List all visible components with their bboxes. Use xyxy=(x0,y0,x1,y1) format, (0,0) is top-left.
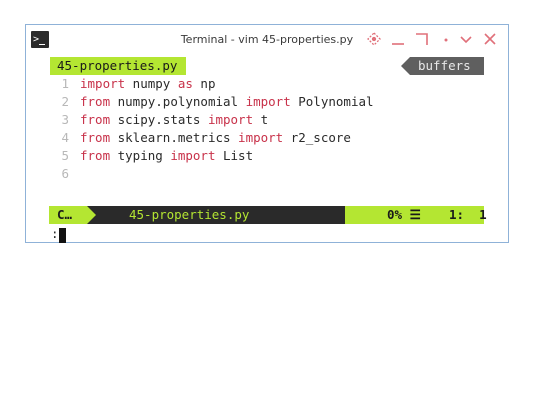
code-line[interactable]: 6 xyxy=(49,165,484,183)
code-token: typing xyxy=(110,148,171,163)
keyword-token: from xyxy=(80,130,111,145)
status-cursor-position: 1: 1 xyxy=(449,207,487,222)
keyword-token: from xyxy=(80,94,111,109)
code-token: Polynomial xyxy=(290,94,374,109)
line-number: 6 xyxy=(61,166,69,181)
status-right-arrow xyxy=(345,206,354,224)
code-token: np xyxy=(192,76,216,91)
text-cursor xyxy=(59,228,66,243)
buffers-separator xyxy=(401,57,410,75)
code-token: numpy xyxy=(125,76,178,91)
code-token: List xyxy=(215,148,254,163)
line-number: 2 xyxy=(61,94,69,109)
chevron-down-icon[interactable] xyxy=(458,31,474,47)
code-line[interactable]: 2 from numpy.polynomial import Polynomial xyxy=(49,93,484,111)
buffers-label: buffers xyxy=(410,57,484,75)
line-number: 1 xyxy=(61,76,69,91)
code-line[interactable]: 3 from scipy.stats import t xyxy=(49,111,484,129)
line-number: 3 xyxy=(61,112,69,127)
status-separator-arrow-2 xyxy=(96,206,105,224)
keyword-token: from xyxy=(80,112,111,127)
line-number: 4 xyxy=(61,130,69,145)
vim-editor[interactable]: 45-properties.py buffers 1 import numpy a… xyxy=(49,55,487,243)
status-mode: C… xyxy=(57,207,73,222)
cmdline-prompt: : xyxy=(51,226,59,241)
vim-tabline: 45-properties.py buffers xyxy=(49,57,484,75)
pin-icon[interactable] xyxy=(366,31,382,47)
keyword-token: import xyxy=(80,76,126,91)
code-line[interactable]: 1 import numpy as np xyxy=(49,75,484,93)
line-number: 5 xyxy=(61,148,69,163)
status-percent: 0% ☰ xyxy=(387,207,421,222)
minimize-icon[interactable] xyxy=(390,31,406,47)
status-separator-arrow xyxy=(87,206,96,224)
code-token: numpy.polynomial xyxy=(110,94,246,109)
window-title: Terminal - vim 45-properties.py xyxy=(180,33,354,46)
tabline-fill xyxy=(186,57,402,75)
keyword-token: from xyxy=(80,148,111,163)
status-filename: 45-properties.py xyxy=(129,207,250,222)
keyword-token: import xyxy=(245,94,291,109)
vim-statusline: C… 45-properties.py 0% ☰ 1: 1 xyxy=(49,206,487,224)
keyword-token: as xyxy=(177,76,193,91)
code-line[interactable]: 5 from typing import List xyxy=(49,147,484,165)
keyword-token: import xyxy=(207,112,254,127)
maximize-icon[interactable] xyxy=(414,31,430,47)
shade-icon[interactable] xyxy=(438,31,454,47)
code-token: scipy.stats xyxy=(110,112,208,127)
code-token: r2_score xyxy=(283,130,351,145)
code-token: sklearn.metrics xyxy=(110,130,239,145)
code-line[interactable]: 4 from sklearn.metrics import r2_score xyxy=(49,129,484,147)
titlebar[interactable]: > Terminal - vim 45-properties.py xyxy=(26,25,508,55)
tab-active-file[interactable]: 45-properties.py xyxy=(50,57,186,75)
keyword-token: import xyxy=(170,148,216,163)
close-icon[interactable] xyxy=(482,31,498,47)
vim-cmdline[interactable]: : xyxy=(49,225,484,243)
code-token: t xyxy=(253,112,269,127)
terminal-window: > Terminal - vim 45-properties.py 45-pro… xyxy=(25,24,509,243)
keyword-token: import xyxy=(238,130,284,145)
